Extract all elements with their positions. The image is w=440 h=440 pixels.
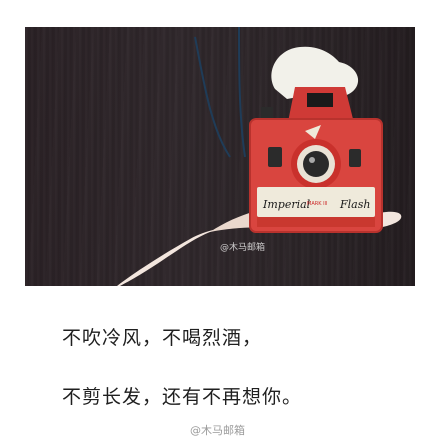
photo-watermark: @木马邮箱 — [220, 243, 266, 253]
caption-line-2: 不剪长发，还有不再想你。 — [62, 386, 303, 408]
caption-line-1: 不吹冷风，不喝烈酒， — [62, 327, 263, 349]
photo: Imperial MARK III Flash @木马邮箱 — [25, 27, 415, 286]
svg-text:MARK III: MARK III — [307, 201, 328, 207]
page-watermark: @木马邮箱 — [190, 424, 245, 437]
svg-text:Flash: Flash — [339, 198, 370, 211]
svg-text:Imperial: Imperial — [262, 198, 311, 211]
